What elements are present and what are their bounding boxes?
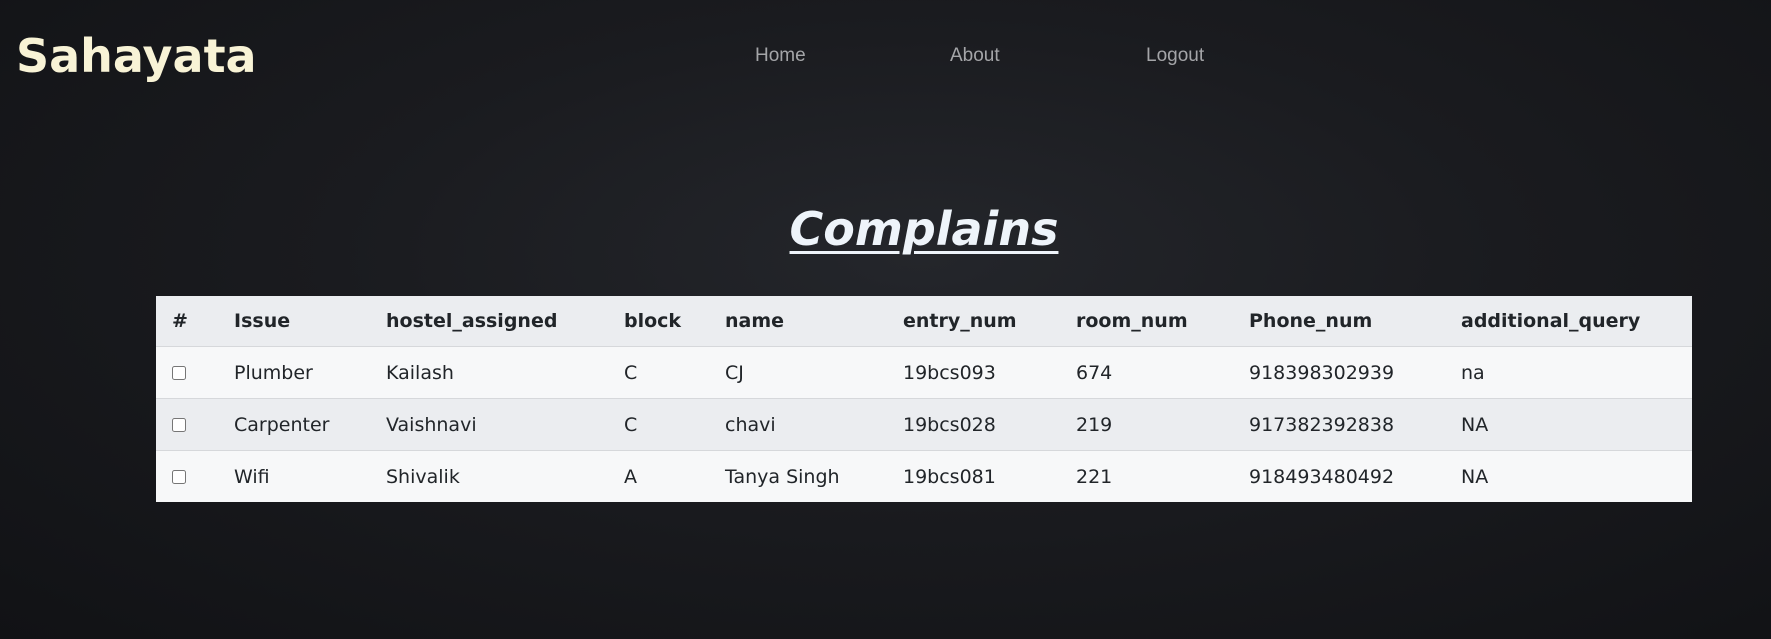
cell-phone-num: 917382392838: [1249, 413, 1395, 436]
header-row: # Issue hostel_assigned block name entry…: [156, 296, 1692, 347]
cell-additional-query: NA: [1461, 465, 1489, 488]
table-body: Plumber Kailash C CJ 19bcs093 674 918398…: [156, 346, 1692, 503]
col-header-block: block: [624, 310, 682, 332]
row-select-cell: [156, 451, 218, 503]
cell-room-num: 674: [1076, 361, 1113, 384]
cell-hostel: Kailash: [386, 361, 454, 384]
row-select-cell: [156, 399, 218, 451]
cell-phone-num: 918398302939: [1249, 361, 1395, 384]
nav-logout-link[interactable]: Logout: [1146, 44, 1204, 68]
main-nav: Home About Logout: [0, 44, 1771, 68]
cell-issue: Wifi: [234, 465, 270, 488]
cell-room-num: 219: [1076, 413, 1113, 436]
cell-entry-num: 19bcs081: [903, 465, 996, 488]
cell-entry-num: 19bcs093: [903, 361, 996, 384]
table-row: Plumber Kailash C CJ 19bcs093 674 918398…: [156, 346, 1692, 399]
table-row: Carpenter Vaishnavi C chavi 19bcs028 219…: [156, 398, 1692, 451]
col-header-name: name: [725, 310, 785, 332]
table-row: Wifi Shivalik A Tanya Singh 19bcs081 221…: [156, 450, 1692, 503]
col-header-additional-query: additional_query: [1461, 310, 1641, 332]
table-header: # Issue hostel_assigned block name entry…: [156, 296, 1692, 347]
cell-entry-num: 19bcs028: [903, 413, 996, 436]
cell-room-num: 221: [1076, 465, 1113, 488]
cell-block: C: [624, 361, 638, 384]
row-select-checkbox[interactable]: [172, 365, 186, 380]
row-select-checkbox[interactable]: [172, 469, 186, 484]
cell-block: A: [624, 465, 637, 488]
cell-hostel: Shivalik: [386, 465, 460, 488]
nav-home-link[interactable]: Home: [755, 44, 806, 68]
complaints-table: # Issue hostel_assigned block name entry…: [156, 296, 1692, 502]
row-select-checkbox[interactable]: [172, 417, 186, 432]
cell-name: Tanya Singh: [725, 465, 840, 488]
cell-issue: Plumber: [234, 361, 313, 384]
page-title: Complains: [789, 201, 1059, 256]
cell-hostel: Vaishnavi: [386, 413, 477, 436]
col-header-entry-num: entry_num: [903, 310, 1017, 332]
cell-additional-query: na: [1461, 361, 1485, 384]
cell-block: C: [624, 413, 638, 436]
cell-name: chavi: [725, 413, 776, 436]
col-header-phone-num: Phone_num: [1249, 310, 1373, 332]
col-header-issue: Issue: [234, 310, 291, 332]
col-header-hostel-assigned: hostel_assigned: [386, 310, 558, 332]
nav-about-link[interactable]: About: [950, 44, 1000, 68]
cell-additional-query: NA: [1461, 413, 1489, 436]
cell-phone-num: 918493480492: [1249, 465, 1395, 488]
cell-issue: Carpenter: [234, 413, 330, 436]
row-select-cell: [156, 347, 218, 399]
col-header-room-num: room_num: [1076, 310, 1188, 332]
complaints-table-container: # Issue hostel_assigned block name entry…: [156, 296, 1692, 502]
col-header-index: #: [172, 310, 188, 332]
cell-name: CJ: [725, 361, 744, 384]
